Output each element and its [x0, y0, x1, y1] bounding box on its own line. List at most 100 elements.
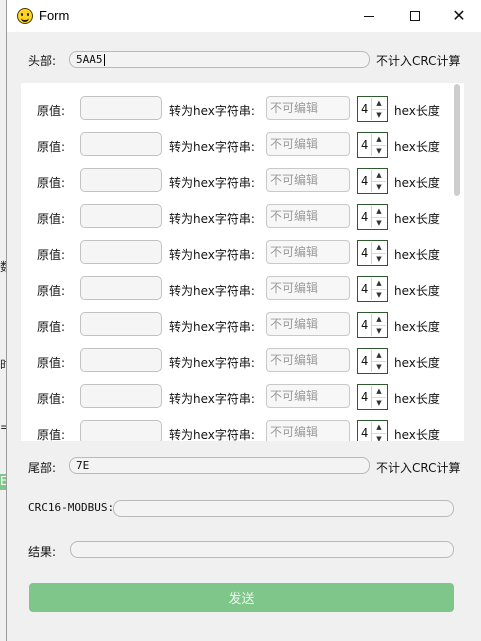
convert-hex-label: 转为hex字符串:: [169, 104, 255, 118]
spin-buttons: ▲ ▼: [371, 386, 386, 408]
hex-string-output: 不可编辑: [266, 204, 350, 228]
minimize-button[interactable]: [347, 0, 391, 32]
convert-hex-label: 转为hex字符串:: [169, 356, 255, 370]
spin-up-icon[interactable]: ▲: [372, 170, 386, 181]
hex-length-spinbox[interactable]: 4 ▲ ▼: [357, 312, 388, 338]
convert-hex-label: 转为hex字符串:: [169, 212, 255, 226]
raw-value-label: 原值:: [37, 284, 66, 298]
raw-value-label: 原值:: [37, 320, 66, 334]
hex-length-spinbox[interactable]: 4 ▲ ▼: [357, 276, 388, 302]
spin-buttons: ▲ ▼: [371, 206, 386, 228]
convert-hex-label: 转为hex字符串:: [169, 320, 255, 334]
spin-down-icon[interactable]: ▼: [372, 361, 386, 373]
spin-up-icon[interactable]: ▲: [372, 134, 386, 145]
spin-buttons: ▲ ▼: [371, 98, 386, 120]
hex-length-spinbox[interactable]: 4 ▲ ▼: [357, 240, 388, 266]
text-cursor: [103, 54, 105, 66]
spin-buttons: ▲ ▼: [371, 278, 386, 300]
field-row: 原值: 转为hex字符串: 不可编辑 4 ▲ ▼ hex长度: [21, 417, 461, 441]
spin-up-icon[interactable]: ▲: [372, 350, 386, 361]
spin-up-icon[interactable]: ▲: [372, 278, 386, 289]
hex-length-spinbox[interactable]: 4 ▲ ▼: [357, 348, 388, 374]
hex-length-value: 4: [361, 390, 369, 404]
spin-down-icon[interactable]: ▼: [372, 253, 386, 265]
hex-string-output: 不可编辑: [266, 168, 350, 192]
hex-length-label: hex长度: [394, 248, 440, 262]
header-note: 不计入CRC计算: [376, 54, 461, 68]
vertical-scrollbar[interactable]: [454, 84, 462, 440]
raw-value-input[interactable]: [80, 132, 162, 156]
hex-length-spinbox[interactable]: 4 ▲ ▼: [357, 168, 388, 194]
spin-up-icon[interactable]: ▲: [372, 206, 386, 217]
hex-string-output: 不可编辑: [266, 132, 350, 156]
hex-length-value: 4: [361, 210, 369, 224]
raw-value-label: 原值:: [37, 392, 66, 406]
form-window: Form ✕ 头部: 5AA5 不计入CRC计算 原值: 转为hex字符串: 不可编…: [6, 0, 481, 641]
raw-value-input[interactable]: [80, 96, 162, 120]
spin-up-icon[interactable]: ▲: [372, 242, 386, 253]
raw-value-input[interactable]: [80, 312, 162, 336]
spin-down-icon[interactable]: ▼: [372, 145, 386, 157]
raw-value-input[interactable]: [80, 348, 162, 372]
send-button[interactable]: 发送: [29, 583, 454, 612]
hex-string-output: 不可编辑: [266, 276, 350, 300]
window-title: Form: [39, 8, 70, 23]
hex-string-output: 不可编辑: [266, 96, 350, 120]
raw-value-input[interactable]: [80, 168, 162, 192]
hex-length-label: hex长度: [394, 392, 440, 406]
result-output[interactable]: [70, 541, 454, 558]
spin-up-icon[interactable]: ▲: [372, 314, 386, 325]
spin-down-icon[interactable]: ▼: [372, 181, 386, 193]
header-input[interactable]: 5AA5: [69, 51, 370, 68]
spin-down-icon[interactable]: ▼: [372, 325, 386, 337]
hex-string-output: 不可编辑: [266, 348, 350, 372]
spin-buttons: ▲ ▼: [371, 314, 386, 336]
convert-hex-label: 转为hex字符串:: [169, 392, 255, 406]
raw-value-input[interactable]: [80, 276, 162, 300]
spin-up-icon[interactable]: ▲: [372, 98, 386, 109]
field-row: 原值: 转为hex字符串: 不可编辑 4 ▲ ▼ hex长度: [21, 129, 461, 165]
hex-length-value: 4: [361, 318, 369, 332]
crc-output[interactable]: [113, 500, 454, 517]
hex-length-spinbox[interactable]: 4 ▲ ▼: [357, 96, 388, 122]
raw-value-input[interactable]: [80, 384, 162, 408]
hex-length-label: hex长度: [394, 428, 440, 441]
spin-down-icon[interactable]: ▼: [372, 217, 386, 229]
hex-length-value: 4: [361, 282, 369, 296]
hex-length-spinbox[interactable]: 4 ▲ ▼: [357, 204, 388, 230]
convert-hex-label: 转为hex字符串:: [169, 176, 255, 190]
maximize-button[interactable]: [393, 0, 437, 32]
raw-value-input[interactable]: [80, 420, 162, 441]
raw-value-label: 原值:: [37, 428, 66, 441]
hex-string-output: 不可编辑: [266, 240, 350, 264]
hex-length-value: 4: [361, 246, 369, 260]
convert-hex-label: 转为hex字符串:: [169, 428, 255, 441]
fields-scroll-area[interactable]: 原值: 转为hex字符串: 不可编辑 4 ▲ ▼ hex长度 原值: 转为hex字符串: 不可编辑…: [21, 83, 464, 441]
spin-up-icon[interactable]: ▲: [372, 422, 386, 433]
raw-value-input[interactable]: [80, 240, 162, 264]
spin-buttons: ▲ ▼: [371, 170, 386, 192]
header-value: 5AA5: [76, 53, 103, 66]
hex-length-spinbox[interactable]: 4 ▲ ▼: [357, 420, 388, 441]
hex-length-spinbox[interactable]: 4 ▲ ▼: [357, 384, 388, 410]
spin-buttons: ▲ ▼: [371, 350, 386, 372]
spin-down-icon[interactable]: ▼: [372, 433, 386, 441]
spin-down-icon[interactable]: ▼: [372, 109, 386, 121]
scrollbar-thumb[interactable]: [454, 84, 460, 196]
result-label: 结果:: [28, 545, 57, 559]
spin-buttons: ▲ ▼: [371, 134, 386, 156]
convert-hex-label: 转为hex字符串:: [169, 140, 255, 154]
spin-buttons: ▲ ▼: [371, 422, 386, 441]
hex-length-spinbox[interactable]: 4 ▲ ▼: [357, 132, 388, 158]
spin-up-icon[interactable]: ▲: [372, 386, 386, 397]
smiley-icon: [17, 8, 33, 24]
convert-hex-label: 转为hex字符串:: [169, 248, 255, 262]
hex-length-label: hex长度: [394, 140, 440, 154]
title-bar[interactable]: Form ✕: [7, 0, 481, 32]
maximize-icon: [410, 11, 420, 21]
spin-down-icon[interactable]: ▼: [372, 289, 386, 301]
close-button[interactable]: ✕: [437, 0, 481, 32]
raw-value-input[interactable]: [80, 204, 162, 228]
spin-down-icon[interactable]: ▼: [372, 397, 386, 409]
tail-input[interactable]: 7E: [69, 457, 370, 474]
